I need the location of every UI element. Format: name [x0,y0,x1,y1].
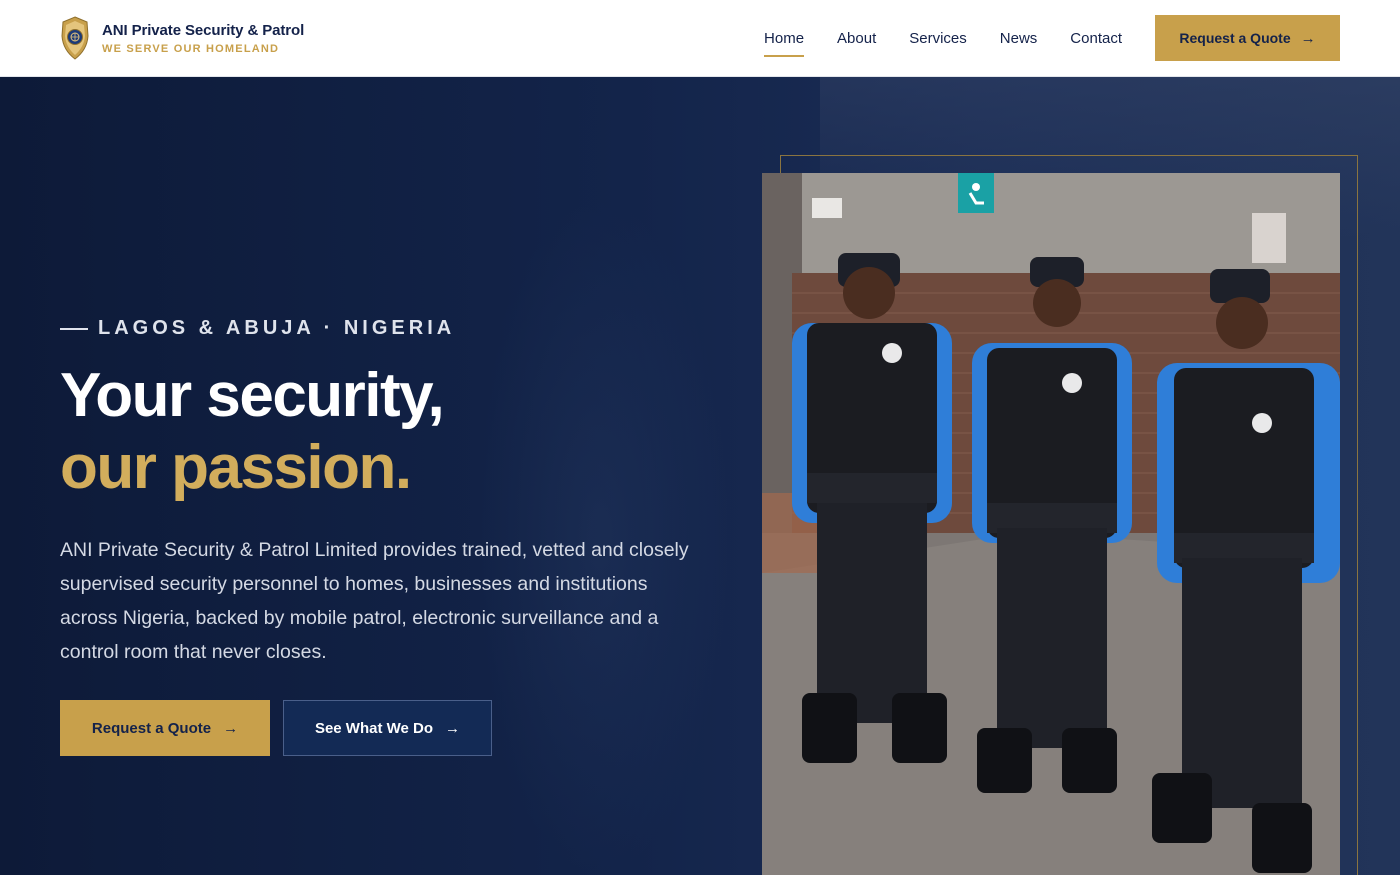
nav-services[interactable]: Services [909,24,967,53]
brand-name: ANI Private Security & Patrol [102,21,305,39]
security-guards-photo [762,173,1340,875]
see-what-we-do-button[interactable]: See What We Do → [283,700,492,756]
hero-eyebrow: LAGOS & ABUJA · NIGERIA [60,317,455,340]
nav-contact[interactable]: Contact [1070,24,1122,53]
guards-illustration [762,173,1340,875]
hero-request-quote-button[interactable]: Request a Quote → [60,700,270,756]
hero-section: LAGOS & ABUJA · NIGERIA Your security, o… [0,77,1400,875]
nav-home[interactable]: Home [764,24,805,57]
arrow-right-icon: → [223,719,239,737]
hero-description: ANI Private Security & Patrol Limited pr… [60,539,689,663]
hero-cta-group: Request a Quote → See What We Do → [60,700,492,756]
brand-tagline: WE SERVE OUR HOMELAND [102,42,280,55]
arrow-right-icon: → [1300,29,1316,47]
arrow-right-icon: → [445,719,461,737]
header-request-quote-button[interactable]: Request a Quote → [1155,15,1340,61]
nav-about[interactable]: About [837,24,876,53]
hero-request-quote-label: Request a Quote [91,719,212,737]
brand-logo-link[interactable]: ANI Private Security & Patrol WE SERVE O… [60,16,304,60]
eyebrow-dash [60,327,88,330]
hero-eyebrow-text: LAGOS & ABUJA · NIGERIA [98,317,456,339]
site-header: ANI Private Security & Patrol WE SERVE O… [0,0,1400,77]
header-request-quote-label: Request a Quote [1179,30,1291,46]
police-badge-icon [61,16,89,60]
hero-headline-line2: our passion. [60,433,412,502]
see-what-we-do-label: See What We Do [314,719,434,737]
main-nav: Home About Services News Contact Request… [764,15,1340,61]
hero-headline-line1: Your security, [60,361,445,430]
hero-headline: Your security, our passion. [60,360,445,504]
nav-news[interactable]: News [1000,24,1038,53]
